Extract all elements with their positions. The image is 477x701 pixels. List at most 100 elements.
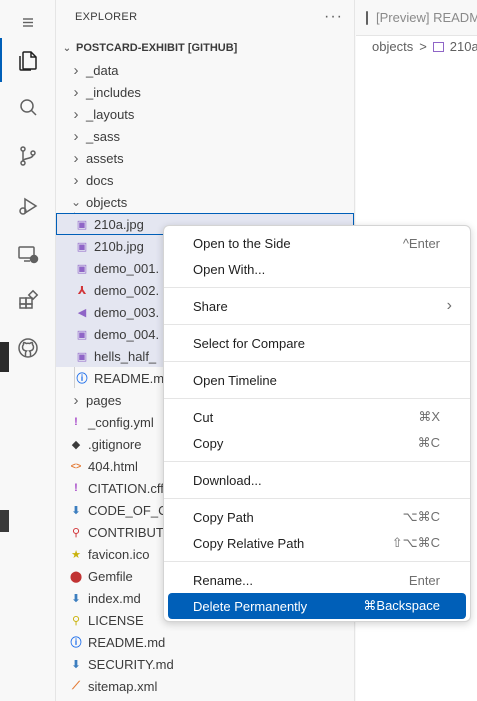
menu-item-label: Open With... — [193, 261, 266, 277]
tab-label: [Preview] README.md — [376, 10, 477, 25]
xml-file-icon: ⟋ — [72, 679, 80, 692]
menu-item-copy-relative-path[interactable]: Copy Relative Path ⇧⌥⌘C — [168, 530, 466, 556]
pdf-file-icon: ⅄ — [77, 284, 87, 297]
tree-item-label: _includes — [86, 84, 141, 100]
menu-item-label: Open to the Side — [193, 235, 291, 251]
breadcrumb-separator: > — [419, 39, 427, 54]
menu-item-open-with[interactable]: Open With... — [168, 256, 466, 282]
tree-item-label: _data — [86, 62, 119, 78]
menu-item-cut[interactable]: Cut ⌘X — [168, 404, 466, 430]
workspace-section-header[interactable]: ⌄ POSTCARD-EXHIBIT [GITHUB] — [60, 38, 238, 58]
chevron-right-icon: › — [73, 127, 79, 145]
menu-item-delete-permanently[interactable]: Delete Permanently ⌘Backspace — [168, 593, 466, 619]
chevron-right-icon: › — [73, 61, 79, 79]
menu-item-label: Select for Compare — [193, 335, 305, 351]
tree-item-label: assets — [86, 150, 124, 166]
tree-folder[interactable]: › _layouts — [56, 103, 354, 125]
chevron-right-icon: › — [73, 171, 79, 189]
menu-item-select-for-compare[interactable]: Select for Compare — [168, 330, 466, 356]
menu-item-label: Open Timeline — [193, 372, 277, 388]
window-edge — [0, 342, 9, 372]
explorer-icon[interactable] — [0, 38, 56, 82]
remote-explorer-icon[interactable] — [0, 232, 56, 276]
tree-item-label: LICENSE — [88, 612, 144, 628]
yaml-file-icon: ! — [74, 416, 78, 428]
source-control-icon[interactable] — [0, 134, 56, 178]
license-file-icon: ⚲ — [71, 614, 81, 627]
active-indicator — [0, 38, 2, 82]
menu-item-label: Download... — [193, 472, 262, 488]
image-file-icon: ▣ — [76, 218, 88, 231]
tree-item-label: demo_001. — [94, 260, 160, 276]
breadcrumb-folder[interactable]: objects — [372, 39, 413, 54]
more-actions-icon[interactable]: ··· — [324, 8, 343, 26]
tree-item-label: SECURITY.md — [88, 656, 174, 672]
tree-item-label: objects — [86, 194, 128, 210]
menu-item-download[interactable]: Download... — [168, 467, 466, 493]
tree-item-label: demo_003. — [94, 304, 160, 320]
tree-item-label: Gemfile — [88, 568, 133, 584]
breadcrumb-file[interactable]: 210a — [450, 39, 477, 54]
tree-file[interactable]: ⬇ SECURITY.md — [56, 653, 354, 675]
menu-item-copy-path[interactable]: Copy Path ⌥⌘C — [168, 504, 466, 530]
tree-item-label: 210b.jpg — [94, 238, 144, 254]
tree-item-label: 404.html — [88, 458, 138, 474]
tree-item-label: .gitignore — [88, 436, 142, 452]
menu-item-share[interactable]: Share › — [168, 293, 466, 319]
menu-item-label: Copy — [193, 435, 224, 451]
contributing-file-icon: ⚲ — [71, 526, 81, 539]
tree-item-label: _config.yml — [88, 414, 154, 430]
menu-item-shortcut: ⇧⌥⌘C — [391, 535, 440, 550]
tree-folder[interactable]: ⌄ objects — [56, 191, 354, 213]
menu-item-label: Copy Path — [193, 509, 254, 525]
menu-item-label: Cut — [193, 409, 214, 425]
search-icon[interactable] — [0, 86, 56, 130]
menu-item-label: Copy Relative Path — [193, 535, 305, 551]
tree-folder[interactable]: › _includes — [56, 81, 354, 103]
menu-separator — [164, 287, 470, 288]
chevron-right-icon: › — [73, 391, 79, 409]
image-file-icon: ▣ — [76, 328, 88, 341]
menu-item-open-timeline[interactable]: Open Timeline — [168, 367, 466, 393]
tree-folder[interactable]: › assets — [56, 147, 354, 169]
git-file-icon: ◆ — [71, 438, 81, 451]
menu-item-label: Share — [193, 298, 228, 314]
tree-item-label: _layouts — [86, 106, 135, 122]
menu-item-shortcut: ^Enter — [402, 235, 440, 251]
preview-icon — [366, 10, 368, 25]
tree-item-label: pages — [86, 392, 122, 408]
tree-file[interactable]: ⟋ sitemap.xml — [56, 675, 354, 697]
menu-separator — [164, 498, 470, 499]
chevron-right-icon: › — [73, 149, 79, 167]
menu-item-open-to-the-side[interactable]: Open to the Side ^Enter — [168, 230, 466, 256]
menu-item-rename[interactable]: Rename... Enter — [168, 567, 466, 593]
chevron-down-icon: ⌄ — [70, 195, 82, 209]
gemfile-icon: ⬤ — [69, 570, 83, 583]
run-debug-icon[interactable] — [0, 184, 56, 228]
extensions-icon[interactable] — [0, 278, 56, 322]
chevron-right-icon: › — [73, 105, 79, 123]
editor-tab[interactable]: [Preview] README.md — [356, 0, 477, 36]
menu-item-label: Delete Permanently — [193, 598, 308, 614]
info-file-icon: ⓘ — [70, 637, 82, 649]
tree-item-label: README.md — [88, 634, 166, 650]
tree-item-label: README.m — [94, 370, 165, 386]
menu-item-label: Rename... — [193, 572, 253, 588]
tree-item-label: index.md — [88, 590, 141, 606]
menu-item-copy[interactable]: Copy ⌘C — [168, 430, 466, 456]
tree-folder[interactable]: › _sass — [56, 125, 354, 147]
tree-folder[interactable]: › docs — [56, 169, 354, 191]
tree-item-label: CODE_OF_C — [88, 502, 168, 518]
context-menu: Open to the Side ^Enter Open With... Share ›… — [163, 225, 471, 622]
workspace-name: POSTCARD-EXHIBIT [GITHUB] — [76, 42, 238, 54]
image-file-icon: ▣ — [76, 240, 88, 253]
tree-item-label: demo_004. — [94, 326, 160, 342]
tree-folder[interactable]: › _data — [56, 59, 354, 81]
image-file-icon: ▣ — [76, 350, 88, 363]
tree-item-label: docs — [86, 172, 114, 188]
tree-file[interactable]: ⓘ README.md — [56, 631, 354, 653]
yaml-file-icon: ! — [74, 482, 78, 494]
breadcrumb: objects > 210a — [372, 39, 477, 54]
markdown-file-icon: ⬇ — [71, 504, 81, 517]
tree-item-label: _sass — [86, 128, 120, 144]
